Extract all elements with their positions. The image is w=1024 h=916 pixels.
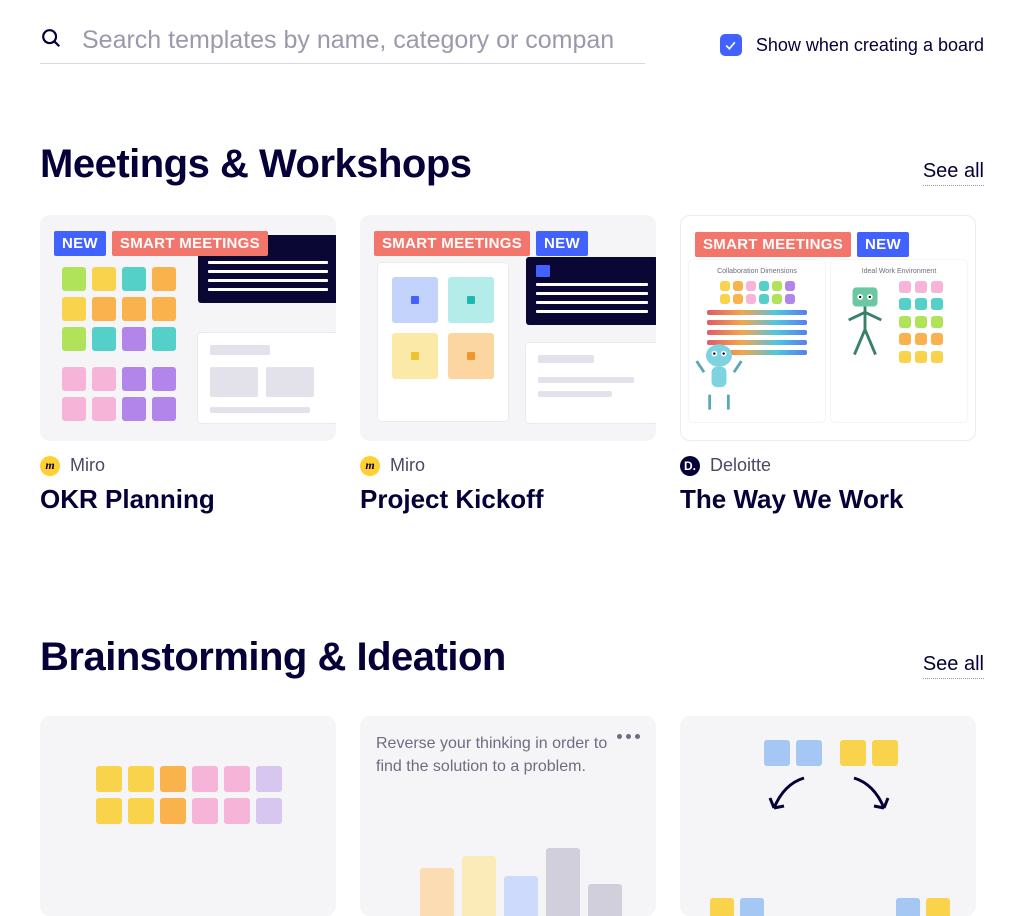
template-card-okr-planning[interactable]: NEW SMART MEETINGS (40, 215, 336, 515)
template-title: Project Kickoff (360, 484, 656, 515)
template-thumb: SMART MEETINGS NEW (360, 215, 656, 441)
show-when-creating-label: Show when creating a board (756, 35, 984, 56)
template-card[interactable]: Reverse your thinking in order to find t… (360, 716, 656, 916)
template-title: The Way We Work (680, 484, 976, 515)
badge-new: NEW (536, 231, 588, 256)
character-illustration (841, 281, 889, 364)
template-thumb: SMART MEETINGS NEW Collaboration Dimensi… (680, 215, 976, 441)
see-all-link[interactable]: See all (923, 160, 984, 186)
show-when-creating-toggle[interactable]: Show when creating a board (720, 34, 984, 56)
publisher-icon-miro: m (40, 456, 60, 476)
arrow-icon (848, 774, 892, 819)
badge-new: NEW (54, 231, 106, 256)
publisher-name: Deloitte (710, 455, 771, 476)
section-title: Meetings & Workshops (40, 142, 472, 187)
template-card-the-way-we-work[interactable]: SMART MEETINGS NEW Collaboration Dimensi… (680, 215, 976, 515)
publisher-name: Miro (390, 455, 425, 476)
character-illustration (691, 337, 747, 420)
section-header-brainstorming: Brainstorming & Ideation See all (40, 635, 984, 680)
template-card[interactable] (680, 716, 976, 916)
template-card[interactable] (40, 716, 336, 916)
badge-smart: SMART MEETINGS (695, 232, 851, 257)
badge-new: NEW (857, 232, 909, 257)
publisher-name: Miro (70, 455, 105, 476)
template-thumb (680, 716, 976, 916)
template-thumb: Reverse your thinking in order to find t… (360, 716, 656, 916)
cards-row-meetings: NEW SMART MEETINGS (40, 215, 984, 515)
template-thumb: NEW SMART MEETINGS (40, 215, 336, 441)
checkbox-icon (720, 34, 742, 56)
template-title: OKR Planning (40, 484, 336, 515)
template-thumb (40, 716, 336, 916)
section-header-meetings: Meetings & Workshops See all (40, 142, 984, 187)
search-input[interactable] (82, 26, 645, 55)
publisher-icon-miro: m (360, 456, 380, 476)
arrow-icon (766, 774, 810, 819)
publisher-icon-deloitte: D. (680, 456, 700, 476)
badge-smart: SMART MEETINGS (374, 231, 530, 256)
more-icon (617, 734, 640, 739)
search-field-wrap (40, 26, 645, 64)
see-all-link[interactable]: See all (923, 653, 984, 679)
template-card-project-kickoff[interactable]: SMART MEETINGS NEW (360, 215, 656, 515)
search-icon (40, 27, 62, 54)
cards-row-brainstorming: Reverse your thinking in order to find t… (40, 716, 984, 916)
badge-smart: SMART MEETINGS (112, 231, 268, 256)
template-prompt-text: Reverse your thinking in order to find t… (376, 732, 608, 778)
section-title: Brainstorming & Ideation (40, 635, 506, 680)
